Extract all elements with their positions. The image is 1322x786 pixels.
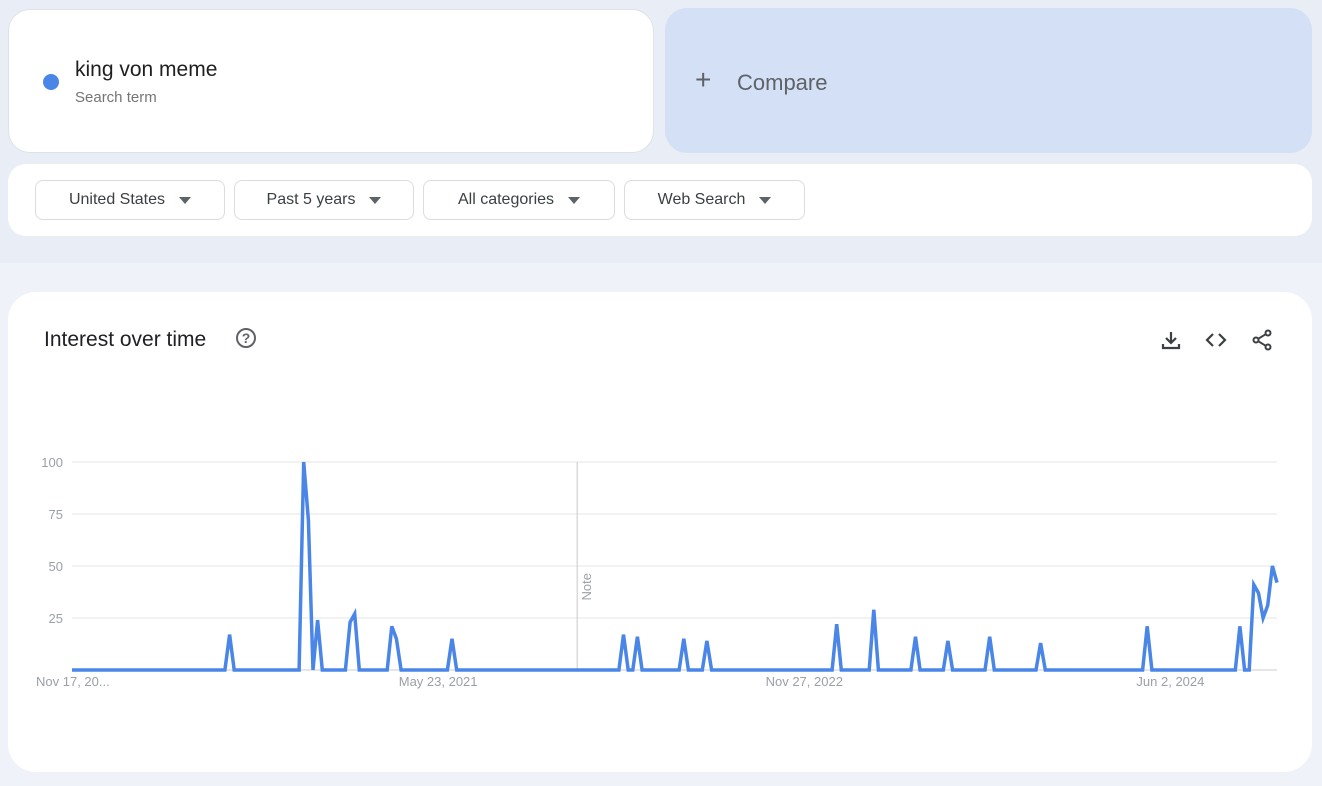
y-tick-label: 75 bbox=[49, 507, 63, 522]
y-tick-label: 50 bbox=[49, 559, 63, 574]
note-marker-label: Note bbox=[579, 573, 594, 600]
x-tick-label: Jun 2, 2024 bbox=[1136, 674, 1204, 689]
y-tick-label: 25 bbox=[49, 611, 63, 626]
interest-chart: 100 75 50 25 Note Nov 17, 20... May 23, 2021… bbox=[36, 455, 1279, 689]
x-tick-label: Nov 27, 2022 bbox=[766, 674, 843, 689]
y-tick-label: 100 bbox=[41, 455, 63, 470]
x-tick-label: Nov 17, 20... bbox=[36, 674, 110, 689]
x-tick-label: May 23, 2021 bbox=[399, 674, 478, 689]
